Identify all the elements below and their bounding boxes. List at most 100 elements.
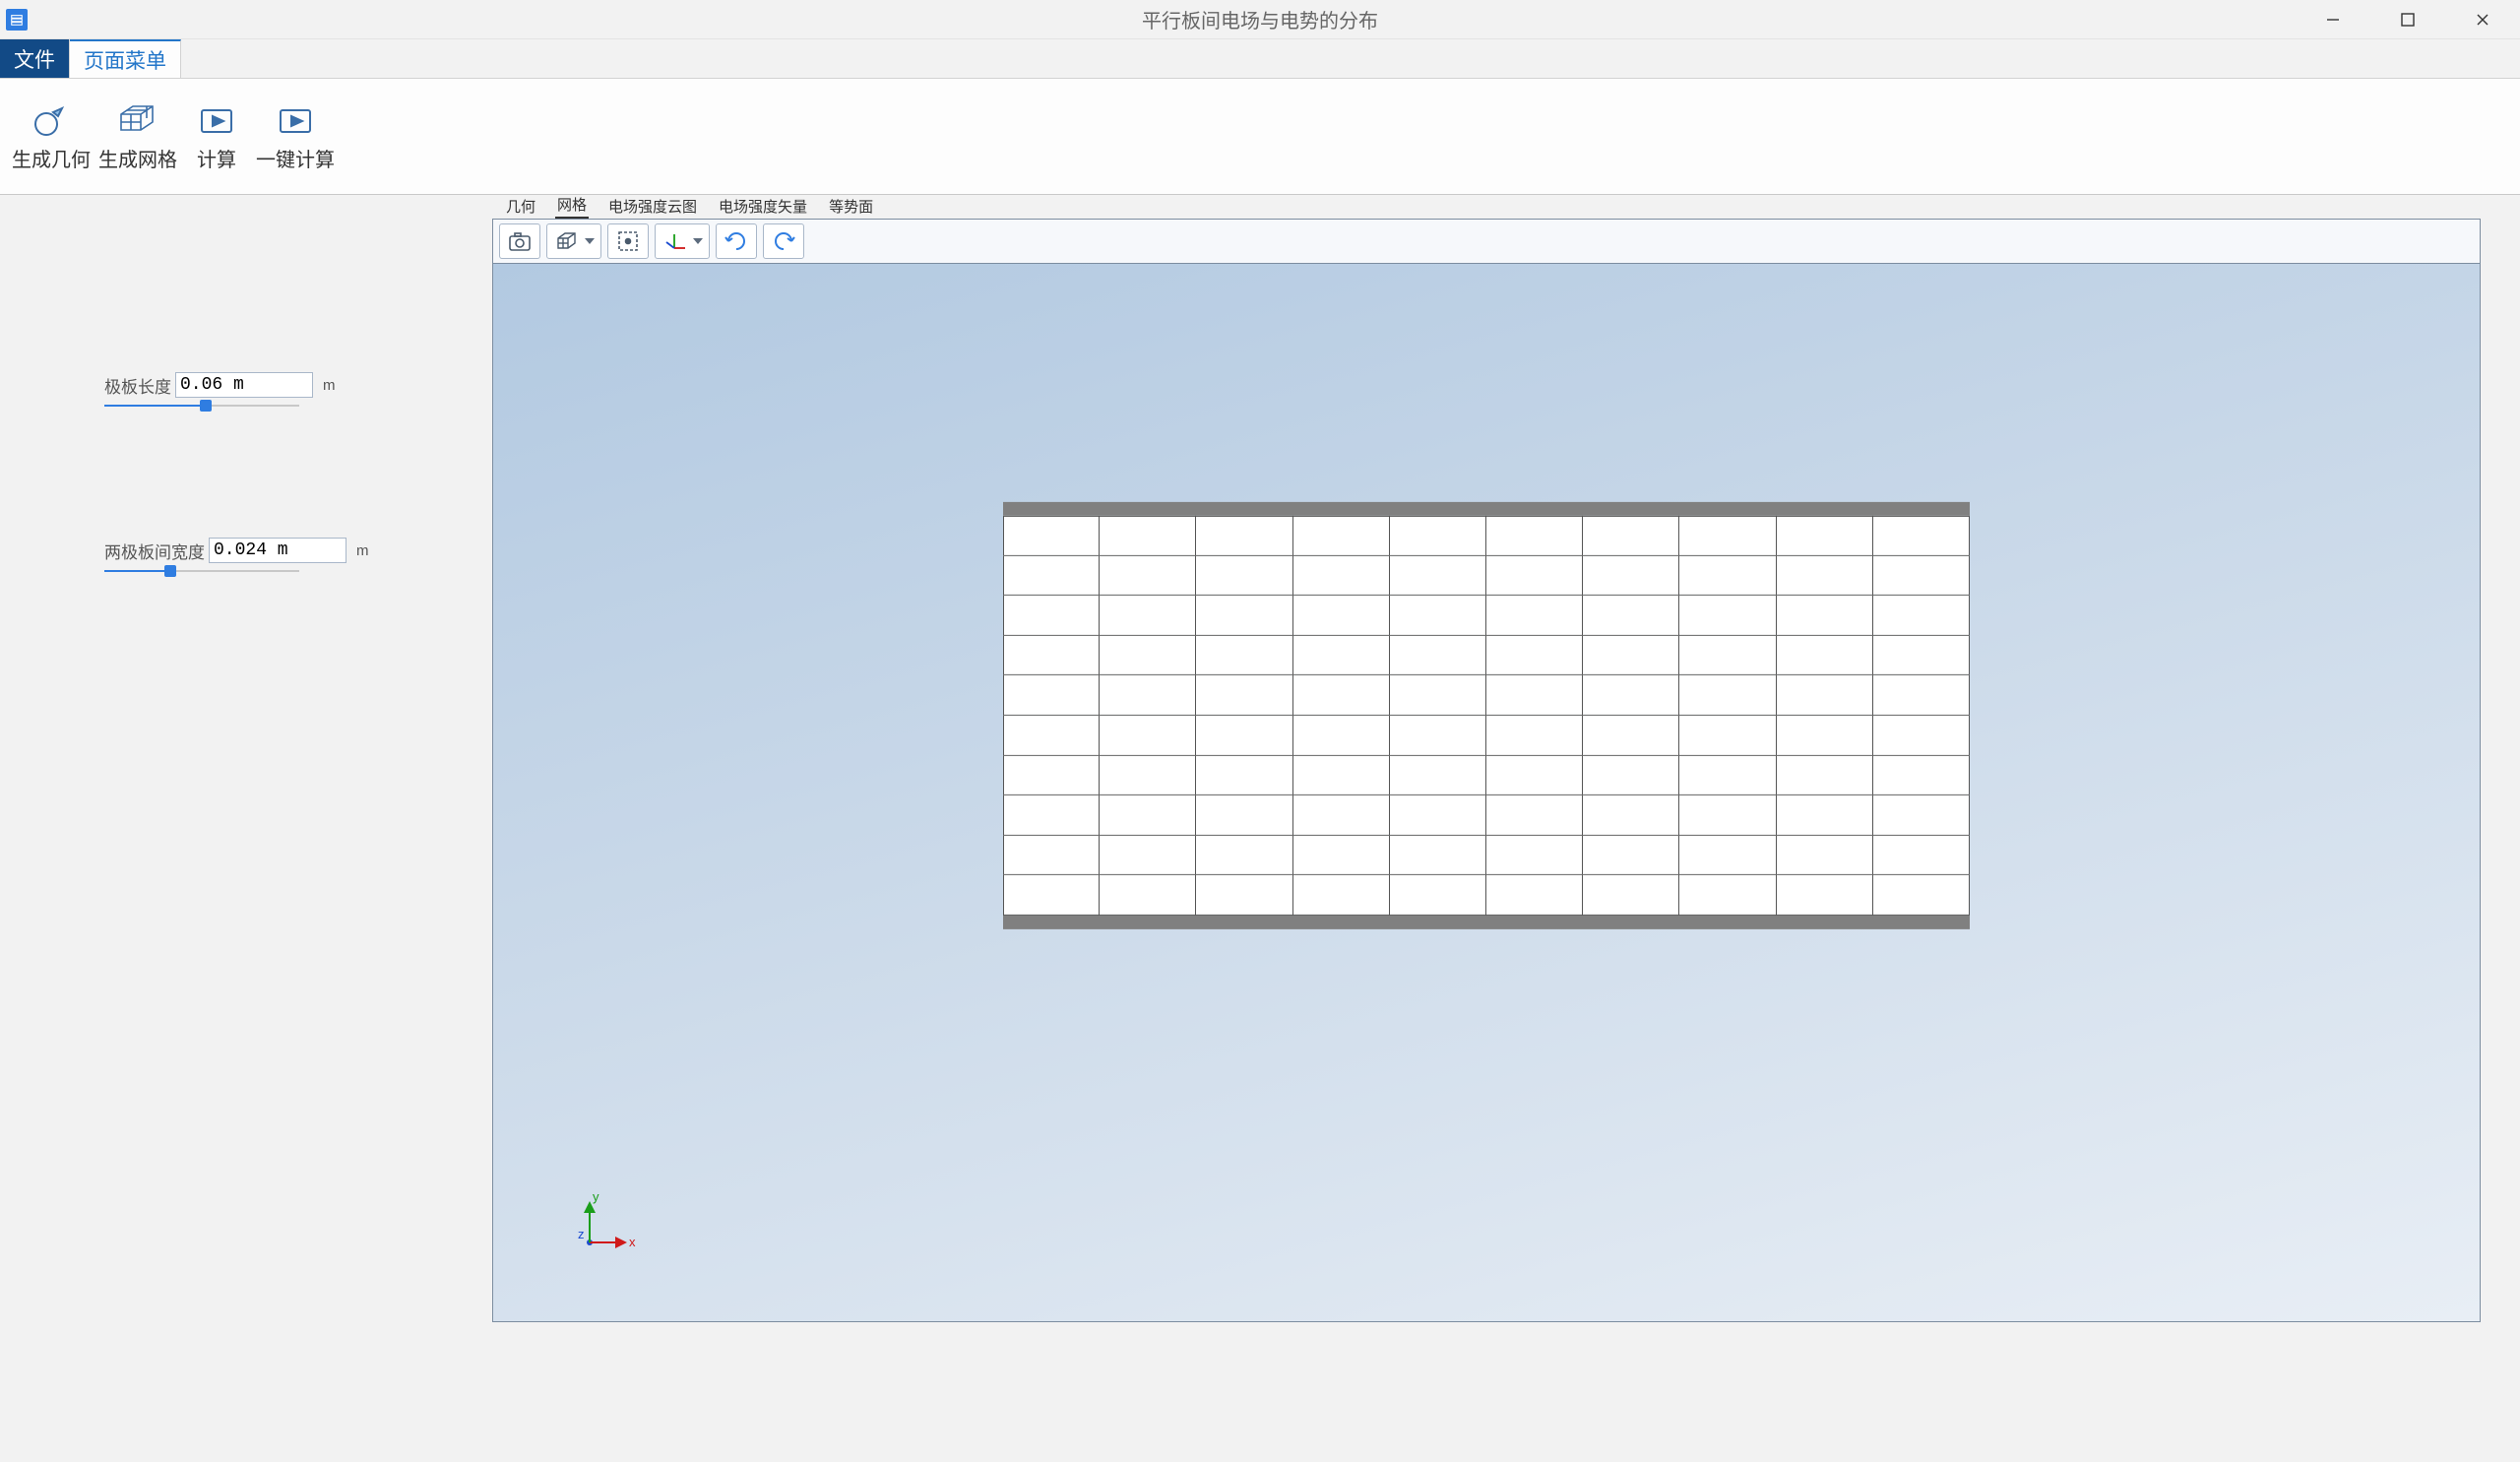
mesh-cell [1003,795,1100,836]
mesh-cell [1583,875,1679,916]
fit-view-icon [615,228,641,254]
mesh-cell [1100,596,1196,636]
mesh-cell [1679,636,1776,676]
mesh-cell [1583,555,1679,596]
param-plate-length: 极板长度 m [104,372,492,410]
mesh-cell [1196,555,1292,596]
ribbon-label: 生成网格 [98,144,177,172]
param-label: 两极板间宽度 [104,539,205,563]
mesh-cell [1583,636,1679,676]
view-tab-mesh[interactable]: 网格 [555,192,589,219]
mesh-cell [1100,516,1196,556]
mesh-cell [1293,836,1390,876]
mesh-cell [1100,875,1196,916]
rotate-cw-button[interactable] [716,223,757,259]
mesh-cell [1486,836,1583,876]
mesh-grid [1003,516,1970,916]
mesh-cell [1777,675,1873,716]
ribbon-generate-geometry[interactable]: 生成几何 [8,79,94,194]
mesh-cell [1777,836,1873,876]
axis-orientation-dropdown[interactable] [655,223,710,259]
mesh-cell [1486,596,1583,636]
tab-file[interactable]: 文件 [0,39,70,78]
ribbon-generate-mesh[interactable]: 生成网格 [94,79,181,194]
mesh-cell [1100,836,1196,876]
mesh-cell [1873,596,1970,636]
view-tab-equipotential[interactable]: 等势面 [827,194,875,219]
mesh-cell [1679,755,1776,795]
viewport-column: 几何 网格 电场强度云图 电场强度矢量 等势面 [492,195,2520,1462]
fit-view-button[interactable] [607,223,649,259]
mesh-cell [1100,636,1196,676]
mesh-cell [1777,636,1873,676]
generate-mesh-icon [115,100,160,140]
mesh-cell [1003,716,1100,756]
menu-tab-bar: 文件 页面菜单 [0,39,2520,79]
close-button[interactable] [2445,0,2520,38]
mesh-cell [1486,875,1583,916]
bottom-plate [1003,916,1970,929]
mesh-cell [1583,596,1679,636]
tab-page-menu[interactable]: 页面菜单 [70,39,181,78]
cube-wire-icon [553,228,579,254]
viewport-canvas[interactable]: x y z [492,264,2481,1322]
mesh-cell [1486,636,1583,676]
maximize-button[interactable] [2370,0,2445,38]
ribbon-toolbar: 生成几何 生成网格 计算 一键计算 [0,79,2520,195]
mesh-cell [1873,675,1970,716]
mesh-cell [1486,516,1583,556]
plate-gap-input[interactable] [209,538,346,563]
mesh-cell [1679,716,1776,756]
mesh-cell [1777,555,1873,596]
mesh-cell [1486,675,1583,716]
mesh-cell [1293,716,1390,756]
mesh-cell [1390,555,1486,596]
top-plate [1003,502,1970,516]
mesh-cell [1003,675,1100,716]
plate-length-input[interactable] [175,372,313,398]
mesh-cell [1390,716,1486,756]
mesh-cell [1293,875,1390,916]
mesh-cell [1196,716,1292,756]
mesh-cell [1777,755,1873,795]
mesh-cell [1196,836,1292,876]
mesh-cell [1003,636,1100,676]
axis-x-label: x [629,1235,636,1249]
app-icon [6,9,28,31]
mesh-cell [1293,636,1390,676]
plate-gap-slider[interactable] [104,567,299,575]
minimize-button[interactable] [2296,0,2370,38]
plate-length-slider[interactable] [104,402,299,410]
mesh-cell [1777,516,1873,556]
ribbon-compute[interactable]: 计算 [181,79,252,194]
view-tab-field-cloud[interactable]: 电场强度云图 [606,194,699,219]
mesh-cell [1390,755,1486,795]
mesh-cell [1873,795,1970,836]
param-label: 极板长度 [104,373,171,398]
view-tab-geometry[interactable]: 几何 [504,194,537,219]
mesh-cell [1390,516,1486,556]
rotate-ccw-button[interactable] [763,223,804,259]
title-bar: 平行板间电场与电势的分布 [0,0,2520,39]
ribbon-compute-all[interactable]: 一键计算 [252,79,339,194]
ribbon-label: 计算 [197,144,236,172]
mesh-cell [1583,755,1679,795]
mesh-cell [1003,555,1100,596]
screenshot-button[interactable] [499,223,540,259]
mesh-cell [1100,675,1196,716]
view-mode-dropdown[interactable] [546,223,601,259]
mesh-cell [1679,596,1776,636]
mesh-cell [1196,875,1292,916]
mesh-cell [1293,596,1390,636]
mesh-cell [1873,516,1970,556]
mesh-cell [1100,795,1196,836]
axis-y-label: y [593,1189,599,1204]
mesh-cell [1777,795,1873,836]
mesh-cell [1293,675,1390,716]
viewport-toolbar [492,219,2481,264]
mesh-cell [1196,795,1292,836]
mesh-cell [1873,836,1970,876]
generate-geometry-icon [29,100,74,140]
view-tab-field-vector[interactable]: 电场强度矢量 [717,194,809,219]
mesh-cell [1003,755,1100,795]
